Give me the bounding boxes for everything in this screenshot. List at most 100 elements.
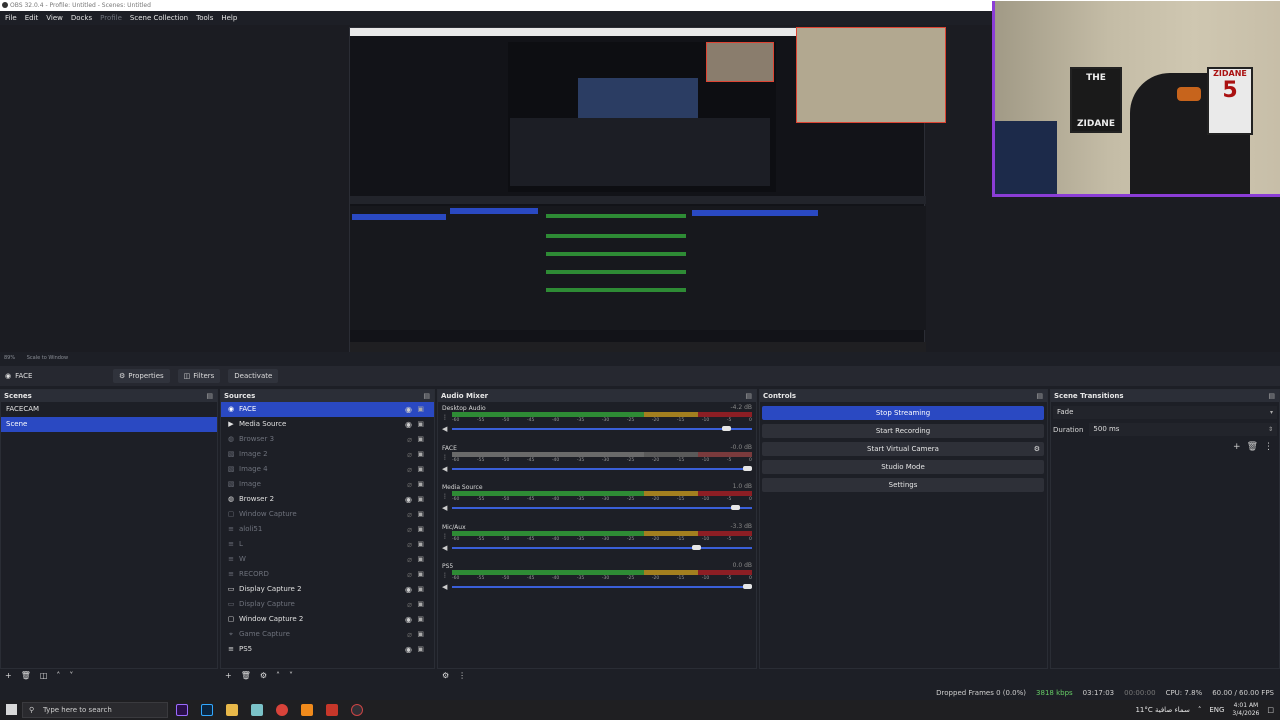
volume-knob[interactable] [731,505,740,510]
dock-float-icon[interactable]: ▤ [206,390,213,402]
gear-icon[interactable]: ⚙ [442,671,449,680]
gear-icon[interactable]: ⚙ [260,671,267,680]
source-item[interactable]: ▭ Display Capture 2 ◉ ▣ [221,582,434,597]
more-icon[interactable]: ⋮ [442,572,448,579]
lock-icon[interactable]: ▣ [417,507,424,522]
source-item[interactable]: ≡ W ⌀ ▣ [221,552,434,567]
menu-docks[interactable]: Docks [71,11,92,25]
source-item[interactable]: ≡ PS5 ◉ ▣ [221,642,434,657]
dock-float-icon[interactable]: ▤ [745,390,752,402]
eye-off-icon[interactable]: ⌀ [407,552,412,567]
lock-icon[interactable]: ▣ [417,612,424,627]
chevron-up-icon[interactable]: ˄ [1198,706,1202,714]
eye-icon[interactable]: ◉ [405,582,412,597]
menu-tools[interactable]: Tools [196,11,213,25]
language-indicator[interactable]: ENG [1209,706,1224,714]
lock-icon[interactable]: ▣ [417,447,424,462]
spin-icon[interactable]: ⇕ [1268,423,1273,436]
settings-button[interactable]: Settings [762,478,1044,492]
more-icon[interactable]: ⋮ [442,533,448,540]
more-icon[interactable]: ⋮ [442,454,448,461]
source-item[interactable]: ▢ Window Capture ⌀ ▣ [221,507,434,522]
volume-knob[interactable] [743,584,752,589]
lock-icon[interactable]: ▣ [417,642,424,657]
eye-off-icon[interactable]: ⌀ [407,522,412,537]
source-item[interactable]: ◍ Browser 2 ◉ ▣ [221,492,434,507]
more-icon[interactable]: ⋮ [1264,442,1273,452]
zoom-level[interactable]: 89% [4,355,15,361]
eye-icon[interactable]: ◉ [405,642,412,657]
stop-streaming-button[interactable]: Stop Streaming [762,406,1044,420]
lock-icon[interactable]: ▣ [417,597,424,612]
speaker-icon[interactable]: ◀ [442,425,447,433]
transition-select[interactable]: Fade ▾ [1053,406,1277,419]
windows-start-icon[interactable] [6,704,17,715]
source-item[interactable]: ◍ Browser 3 ⌀ ▣ [221,432,434,447]
volume-slider[interactable] [452,426,752,431]
gear-icon[interactable]: ⚙ [1034,442,1040,456]
source-item[interactable]: ▢ Window Capture 2 ◉ ▣ [221,612,434,627]
filters-button[interactable]: ◫ Filters [177,369,221,383]
lock-icon[interactable]: ▣ [417,537,424,552]
move-up-icon[interactable]: ˄ [276,671,280,680]
app-icon[interactable] [251,704,263,716]
source-item[interactable]: ⌖ Game Capture ⌀ ▣ [221,627,434,642]
duration-input[interactable]: 500 ms ⇕ [1089,423,1277,436]
volume-knob[interactable] [722,426,731,431]
clock[interactable]: 4:01 AM 3/4/2026 [1232,702,1259,718]
source-item[interactable]: ≡ RECORD ⌀ ▣ [221,567,434,582]
photoshop-icon[interactable] [201,704,213,716]
start-virtual-camera-button[interactable]: Start Virtual Camera ⚙ [762,442,1044,456]
add-icon[interactable]: + [225,671,232,680]
weather[interactable]: 11°C سماء صافية [1135,706,1189,714]
source-item[interactable]: ▶ Media Source ◉ ▣ [221,417,434,432]
scene-item-facecam[interactable]: FACECAM [1,402,217,417]
obs-icon[interactable] [351,704,363,716]
source-item[interactable]: ◉ FACE ◉ ▣ [221,402,434,417]
volume-knob[interactable] [692,544,701,550]
move-down-icon[interactable]: ˅ [69,671,73,680]
volume-slider[interactable] [452,465,752,471]
speaker-icon[interactable]: ◀ [442,465,447,473]
source-item[interactable]: ≡ L ⌀ ▣ [221,537,434,552]
eye-icon[interactable]: ◉ [405,492,412,507]
chrome-icon[interactable] [276,704,288,716]
lock-icon[interactable]: ▣ [417,462,424,477]
lock-icon[interactable]: ▣ [417,432,424,447]
properties-button[interactable]: ⚙ Properties [113,369,170,383]
volume-slider[interactable] [452,584,752,589]
add-icon[interactable]: + [1233,442,1241,452]
start-recording-button[interactable]: Start Recording [762,424,1044,438]
eye-off-icon[interactable]: ⌀ [407,507,412,522]
lock-icon[interactable]: ▣ [417,477,424,492]
menu-scene-collection[interactable]: Scene Collection [130,11,188,25]
eye-icon[interactable]: ◉ [405,612,412,627]
eye-off-icon[interactable]: ⌀ [407,567,412,582]
source-item[interactable]: ▧ Image 4 ⌀ ▣ [221,462,434,477]
scene-item-scene[interactable]: Scene [1,417,217,432]
filter-icon[interactable]: ◫ [40,671,48,680]
menu-view[interactable]: View [46,11,63,25]
lock-icon[interactable]: ▣ [417,492,424,507]
deactivate-button[interactable]: Deactivate [228,369,279,383]
vlc-icon[interactable] [301,704,313,716]
dock-float-icon[interactable]: ▤ [1268,390,1275,402]
source-item[interactable]: ▭ Display Capture ⌀ ▣ [221,597,434,612]
eye-off-icon[interactable]: ⌀ [407,537,412,552]
eye-icon[interactable]: ◉ [405,402,412,417]
speaker-icon[interactable]: ◀ [442,504,447,512]
lock-icon[interactable]: ▣ [417,522,424,537]
speaker-icon[interactable]: ◀ [442,583,447,591]
speaker-icon[interactable]: ◀ [442,544,447,552]
trash-icon[interactable]: 🗑 [1247,442,1258,452]
lock-icon[interactable]: ▣ [417,552,424,567]
studio-mode-button[interactable]: Studio Mode [762,460,1044,474]
trash-icon[interactable]: 🗑 [241,671,251,680]
more-icon[interactable]: ⋮ [442,493,448,500]
volume-slider[interactable] [452,505,752,510]
premiere-icon[interactable] [176,704,188,716]
eye-icon[interactable]: ◉ [405,417,412,432]
menu-profile[interactable]: Profile [100,11,122,25]
more-icon[interactable]: ⋮ [458,671,466,680]
notification-icon[interactable]: □ [1267,706,1274,714]
